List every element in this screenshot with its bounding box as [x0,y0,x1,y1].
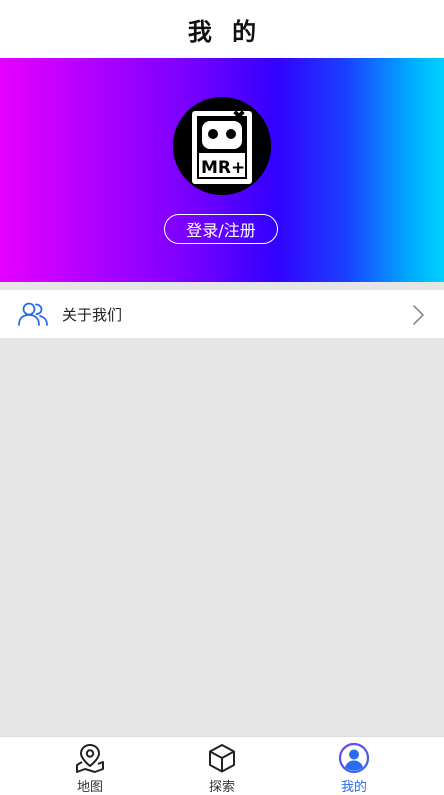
tab-map-label: 地图 [76,780,103,795]
tab-me-label: 我的 [340,780,367,795]
tab-map[interactable]: 地图 [16,737,164,795]
login-register-button[interactable]: 登录/注册 [164,214,278,244]
about-us-item[interactable]: 关于我们 [0,290,444,338]
about-us-label: 关于我们 [62,306,123,324]
tab-explore-label: 探索 [208,780,235,795]
mr-plus-logo-icon: MR+ [173,97,271,195]
bottom-tab-bar: 地图 探索 我的 [0,736,444,795]
profile-banner: MR+ 登录/注册 [0,58,444,282]
tab-me[interactable]: 我的 [280,737,428,795]
users-icon [18,302,48,326]
top-bar: 我 的 [0,0,444,58]
tab-explore[interactable]: 探索 [148,737,296,795]
user-circle-icon [338,742,370,774]
avatar[interactable]: MR+ [173,97,271,195]
map-pin-icon [76,744,104,773]
cube-icon [209,744,235,773]
page-title: 我 的 [187,17,263,46]
svg-text:MR+: MR+ [201,158,245,178]
chevron-right-icon [413,305,424,325]
